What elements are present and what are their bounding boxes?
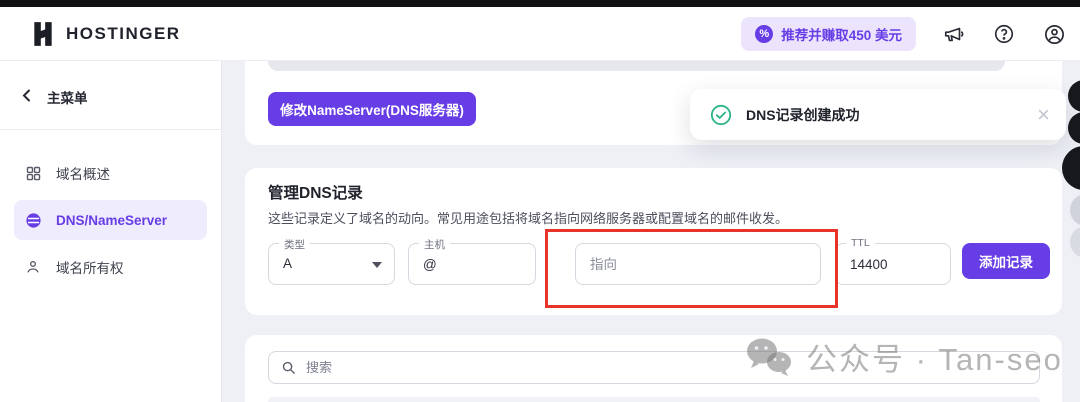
type-label: 类型 bbox=[279, 237, 310, 252]
sidebar-item-dns-nameserver[interactable]: DNS/NameServer bbox=[14, 200, 207, 240]
check-circle-icon bbox=[710, 104, 732, 126]
manage-dns-card: 管理DNS记录 这些记录定义了域名的动向。常见用途包括将域名指向网络服务器或配置… bbox=[245, 168, 1062, 315]
brand-name: HOSTINGER bbox=[66, 23, 181, 43]
chevron-down-icon bbox=[372, 262, 382, 268]
points-to-input[interactable] bbox=[576, 244, 820, 284]
sidebar-item-domain-ownership[interactable]: 域名所有权 bbox=[14, 246, 207, 288]
dns-section-title: 管理DNS记录 bbox=[268, 185, 363, 202]
records-table-header-strip bbox=[268, 397, 1040, 402]
search-field-wrap bbox=[268, 351, 1040, 384]
account-icon[interactable] bbox=[1042, 22, 1066, 46]
sidebar-item-label: DNS/NameServer bbox=[56, 212, 168, 228]
app-window: HOSTINGER % 推荐并赚取450 美元 主菜单 域名概述 DNS/Nam… bbox=[0, 0, 1080, 402]
chevron-left-icon bbox=[22, 89, 31, 105]
top-header: HOSTINGER % 推荐并赚取450 美元 bbox=[0, 7, 1080, 61]
success-toast: DNS记录创建成功 × bbox=[690, 89, 1066, 140]
sidebar: 主菜单 域名概述 DNS/NameServer 域名所有权 bbox=[0, 61, 222, 402]
close-icon[interactable]: × bbox=[1037, 103, 1050, 126]
referral-badge[interactable]: % 推荐并赚取450 美元 bbox=[741, 17, 916, 51]
host-field-wrap: 主机 bbox=[408, 237, 536, 285]
host-label: 主机 bbox=[419, 237, 450, 252]
ttl-field-wrap: TTL bbox=[835, 237, 951, 285]
sidebar-item-domain-overview[interactable]: 域名概述 bbox=[14, 152, 207, 194]
ttl-label: TTL bbox=[846, 237, 875, 249]
announcements-megaphone-icon[interactable] bbox=[942, 22, 966, 46]
record-type-select[interactable]: 类型 A bbox=[268, 237, 395, 285]
top-black-strip bbox=[0, 0, 1080, 7]
search-input[interactable] bbox=[306, 360, 1027, 375]
search-icon bbox=[281, 360, 296, 375]
percent-seal-icon: % bbox=[755, 25, 774, 43]
referral-badge-label: 推荐并赚取450 美元 bbox=[781, 28, 902, 43]
edit-nameserver-button[interactable]: 修改NameServer(DNS服务器) bbox=[268, 92, 476, 126]
sidebar-item-label: 域名所有权 bbox=[56, 261, 124, 276]
person-icon bbox=[24, 258, 42, 276]
add-record-button[interactable]: 添加记录 bbox=[962, 243, 1050, 279]
sidebar-item-label: 域名概述 bbox=[56, 167, 110, 182]
grid-icon bbox=[24, 164, 42, 182]
dns-globe-icon bbox=[24, 211, 42, 229]
dns-records-card bbox=[245, 335, 1062, 402]
hostinger-logo[interactable]: HOSTINGER bbox=[30, 21, 181, 47]
truncated-section-bar bbox=[268, 61, 1005, 71]
points-to-field-wrap bbox=[575, 243, 821, 285]
dns-section-description: 这些记录定义了域名的动向。常见用途包括将域名指向网络服务器或配置域名的邮件收发。 bbox=[268, 211, 789, 226]
hostinger-h-icon bbox=[30, 21, 56, 47]
back-label: 主菜单 bbox=[47, 91, 88, 106]
ttl-input[interactable] bbox=[836, 244, 950, 284]
help-icon[interactable] bbox=[992, 22, 1016, 46]
back-to-main-menu[interactable]: 主菜单 bbox=[0, 61, 221, 129]
toast-message: DNS记录创建成功 bbox=[746, 106, 860, 123]
